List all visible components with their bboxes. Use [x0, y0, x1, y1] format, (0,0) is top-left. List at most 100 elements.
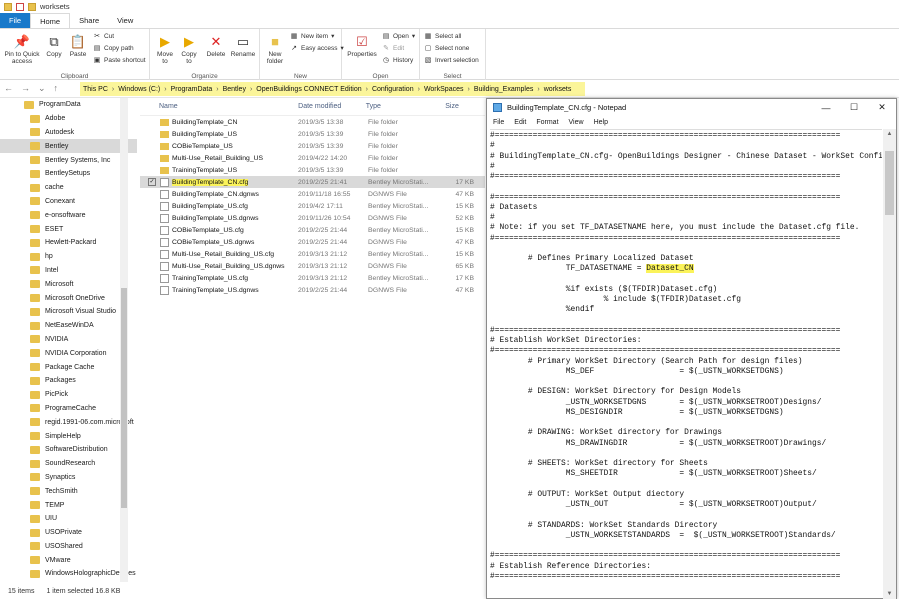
- copy-button[interactable]: ⧉ Copy: [44, 33, 64, 59]
- row-checkbox[interactable]: [148, 262, 156, 270]
- cut-button[interactable]: ✂ Cut: [93, 32, 114, 41]
- row-checkbox[interactable]: [148, 238, 156, 246]
- row-checkbox[interactable]: [148, 154, 156, 162]
- row-checkbox[interactable]: [148, 142, 156, 150]
- tree-item[interactable]: hp: [0, 250, 137, 264]
- tab-file[interactable]: File: [0, 13, 31, 28]
- row-checkbox[interactable]: [148, 226, 156, 234]
- row-checkbox[interactable]: [148, 274, 156, 282]
- breadcrumb-configuration[interactable]: Configuration: [372, 86, 414, 93]
- address-bar[interactable]: This PC › Windows (C:) › ProgramData › Bent…: [80, 82, 585, 96]
- tree-item[interactable]: Synaptics: [0, 471, 137, 485]
- file-row[interactable]: TrainingTemplate_US.cfg 2019/3/13 21:12 Be…: [140, 272, 485, 284]
- tree-item[interactable]: ESET: [0, 222, 137, 236]
- file-row[interactable]: BuildingTemplate_US.cfg 2019/4/2 17:11 Ben…: [140, 200, 485, 212]
- new-item-button[interactable]: ▦ New item ▾: [290, 32, 335, 41]
- tree-item[interactable]: Packages: [0, 374, 137, 388]
- breadcrumb-building-examples[interactable]: Building_Examples: [474, 86, 534, 93]
- tree-item[interactable]: Autodesk: [0, 126, 137, 140]
- back-arrow-icon[interactable]: ←: [4, 83, 13, 94]
- edit-button[interactable]: ✎ Edit: [382, 44, 404, 53]
- file-row[interactable]: Multi-Use_Retail_Building_US.cfg 2019/3/1…: [140, 248, 485, 260]
- pin-to-quick-access-button[interactable]: 📌 Pin to Quick access: [3, 33, 41, 66]
- tree-item[interactable]: e-onsoftware: [0, 208, 137, 222]
- row-checkbox[interactable]: [148, 286, 156, 294]
- tree-item[interactable]: cache: [0, 181, 137, 195]
- close-icon[interactable]: ✕: [868, 99, 896, 116]
- notepad-vertical-scrollbar[interactable]: ▲ ▼: [883, 129, 896, 599]
- column-date-modified[interactable]: Date modified: [298, 103, 366, 110]
- file-row[interactable]: ✓ BuildingTemplate_CN.cfg 2019/2/25 21:41 B…: [140, 176, 485, 188]
- tab-share[interactable]: Share: [70, 13, 108, 28]
- file-row[interactable]: TrainingTemplate_US 2019/3/5 13:39 File fo…: [140, 164, 485, 176]
- tree-item[interactable]: TEMP: [0, 498, 137, 512]
- breadcrumb-bentley[interactable]: Bentley: [223, 86, 246, 93]
- row-checkbox[interactable]: [148, 250, 156, 258]
- move-to-button[interactable]: ▶ Move to: [154, 33, 176, 66]
- invert-selection-button[interactable]: ▧ Invert selection: [424, 56, 479, 65]
- breadcrumb-programdata[interactable]: ProgramData: [171, 86, 213, 93]
- column-name[interactable]: Name: [140, 103, 298, 110]
- breadcrumb-worksets[interactable]: worksets: [544, 86, 572, 93]
- open-button[interactable]: ▤ Open ▾: [382, 32, 415, 41]
- forward-arrow-icon[interactable]: →: [21, 83, 30, 94]
- tree-item[interactable]: Bentley Systems, Inc: [0, 153, 137, 167]
- file-row[interactable]: Multi-Use_Retail_Building_US.dgnws 2019/3…: [140, 260, 485, 272]
- tree-item[interactable]: UIU: [0, 512, 137, 526]
- breadcrumb-workspaces[interactable]: WorkSpaces: [424, 86, 464, 93]
- column-type[interactable]: Type: [366, 103, 446, 110]
- menu-help[interactable]: Help: [594, 119, 608, 126]
- scroll-up-icon[interactable]: ▲: [883, 129, 896, 139]
- rename-button[interactable]: ▭ Rename: [230, 33, 256, 59]
- paste-button[interactable]: 📋 Paste: [67, 33, 89, 59]
- recent-chevron-icon[interactable]: ⌄: [38, 83, 46, 94]
- menu-view[interactable]: View: [569, 119, 584, 126]
- tree-item[interactable]: Hewlett-Packard: [0, 236, 137, 250]
- file-row[interactable]: BuildingTemplate_US 2019/3/5 13:39 File fo…: [140, 128, 485, 140]
- tree-item[interactable]: ProgramData: [0, 98, 137, 112]
- tree-item[interactable]: Microsoft: [0, 277, 137, 291]
- file-row[interactable]: BuildingTemplate_US.dgnws 2019/11/26 10:5…: [140, 212, 485, 224]
- tree-item[interactable]: VMware: [0, 553, 137, 567]
- tree-item[interactable]: PicPick: [0, 388, 137, 402]
- row-checkbox[interactable]: [148, 118, 156, 126]
- tree-scrollbar[interactable]: [120, 98, 128, 582]
- tree-item[interactable]: NVIDIA: [0, 333, 137, 347]
- column-size[interactable]: Size: [445, 103, 485, 110]
- notepad-scrollbar-thumb[interactable]: [885, 151, 894, 215]
- tree-item[interactable]: Bentley: [0, 139, 137, 154]
- tree-item[interactable]: Package Cache: [0, 360, 137, 374]
- menu-edit[interactable]: Edit: [514, 119, 526, 126]
- file-row[interactable]: COBieTemplate_US.dgnws 2019/2/25 21:44 DGN…: [140, 236, 485, 248]
- tree-item[interactable]: BentleySetups: [0, 167, 137, 181]
- history-button[interactable]: ◷ History: [382, 56, 413, 65]
- file-row[interactable]: Multi-Use_Retail_Building_US 2019/4/22 14…: [140, 152, 485, 164]
- tree-item[interactable]: SoftwareDistribution: [0, 443, 137, 457]
- new-folder-button[interactable]: ■ New folder: [263, 33, 287, 66]
- row-checkbox[interactable]: [148, 202, 156, 210]
- new-folder-icon[interactable]: [28, 2, 36, 11]
- breadcrumb-windows-c[interactable]: Windows (C:): [118, 86, 160, 93]
- tab-home[interactable]: Home: [30, 13, 71, 28]
- file-row[interactable]: BuildingTemplate_CN.dgnws 2019/11/18 16:5…: [140, 188, 485, 200]
- tree-scrollbar-thumb[interactable]: [121, 288, 127, 508]
- tree-item[interactable]: Microsoft Visual Studio: [0, 305, 137, 319]
- row-checkbox[interactable]: [148, 130, 156, 138]
- tree-item[interactable]: TechSmith: [0, 484, 137, 498]
- tab-view[interactable]: View: [108, 13, 142, 28]
- easy-access-button[interactable]: ↗ Easy access ▾: [290, 44, 344, 53]
- menu-file[interactable]: File: [493, 119, 504, 126]
- paste-shortcut-button[interactable]: ▣ Paste shortcut: [93, 56, 146, 65]
- select-all-button[interactable]: ▦ Select all: [424, 32, 462, 41]
- tree-item[interactable]: USOShared: [0, 540, 137, 554]
- tree-item[interactable]: USOPrivate: [0, 526, 137, 540]
- breadcrumb-openbuildings[interactable]: OpenBuildings CONNECT Edition: [256, 86, 361, 93]
- scroll-down-icon[interactable]: ▼: [883, 589, 896, 599]
- tree-item[interactable]: Adobe: [0, 112, 137, 126]
- menu-format[interactable]: Format: [536, 119, 558, 126]
- copy-to-button[interactable]: ▶ Copy to: [178, 33, 200, 66]
- tree-item[interactable]: regid.1991-06.com.microsoft: [0, 415, 137, 429]
- delete-button[interactable]: ✕ Delete: [204, 33, 228, 59]
- file-row[interactable]: COBieTemplate_US 2019/3/5 13:39 File folde…: [140, 140, 485, 152]
- row-checkbox[interactable]: [148, 190, 156, 198]
